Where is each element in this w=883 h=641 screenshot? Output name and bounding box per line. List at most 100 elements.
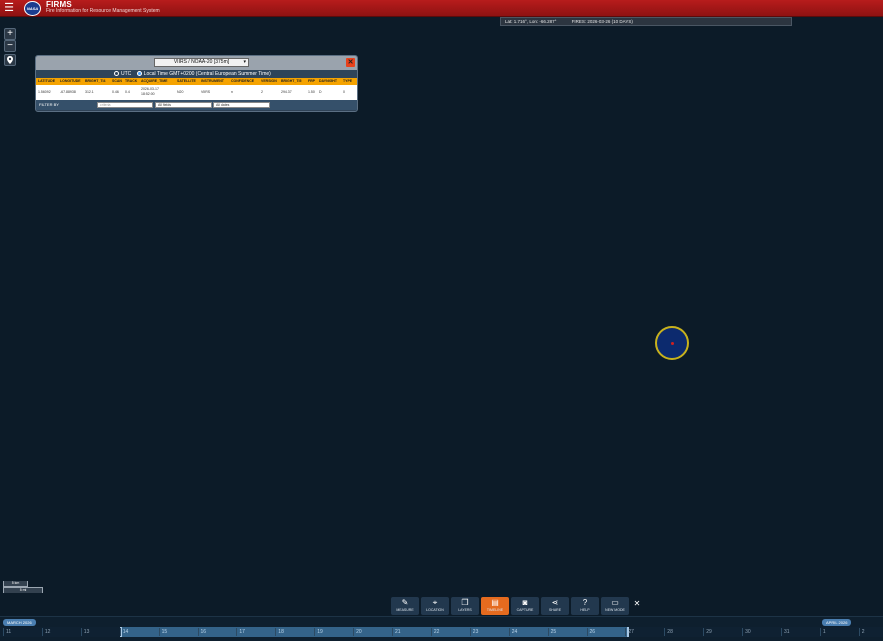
tool-label: LAYERS: [458, 608, 472, 612]
column-header[interactable]: DAYNIGHT: [319, 78, 343, 85]
timeline-tick: [547, 628, 549, 636]
column-header[interactable]: CONFIDENCE: [231, 78, 261, 85]
timeline-day[interactable]: 21: [395, 627, 401, 637]
cell-frp: 1.50: [308, 90, 315, 94]
timeline-tick: [236, 628, 238, 636]
column-header[interactable]: TYPE: [343, 78, 355, 85]
pin-icon: ⌖: [432, 598, 438, 607]
timeline-tick: [742, 628, 744, 636]
timeline-tick: [858, 628, 860, 636]
timeline-tick: [119, 628, 121, 636]
popup-header: VIIRS / NOAA-20 [375m] ▾ ✕: [36, 56, 357, 70]
close-popup-button[interactable]: ✕: [346, 58, 355, 67]
layer-select[interactable]: VIIRS / NOAA-20 [375m] ▾: [154, 58, 249, 67]
timeline-day[interactable]: 31: [784, 627, 790, 637]
bottom-toolbar: ✎ MEASURE ⌖ LOCATION ❐ LAYERS ▤ TIMELINE ◙ CAPTUR…: [391, 597, 629, 615]
filter-label: FILTER BY: [39, 102, 59, 107]
timeline-day[interactable]: 14: [123, 627, 129, 637]
column-header[interactable]: BRIGHT_TI4: [85, 78, 112, 85]
locate-button[interactable]: [4, 54, 16, 66]
tool-new-mode-button[interactable]: ▭ NEW MODE: [601, 597, 629, 615]
timeline-day[interactable]: 16: [201, 627, 207, 637]
timeline-icon: ▤: [491, 598, 499, 607]
timeline-day[interactable]: 17: [239, 627, 245, 637]
cell-instrument: VIIRS: [201, 90, 211, 94]
timeline-day[interactable]: 27: [628, 627, 634, 637]
timeline-day[interactable]: 30: [745, 627, 751, 637]
month-label-start[interactable]: MARCH 2026: [3, 619, 36, 626]
timeline-tick: [3, 628, 4, 636]
timeline-tick: [703, 628, 705, 636]
time-mode-row: UTC Local Time GMT+0200 (Central Europea…: [36, 70, 357, 78]
timeline-day[interactable]: 22: [434, 627, 440, 637]
cell-acquire-time: 2026-03-17 18:52:00: [141, 85, 177, 100]
app-header: ☰ NASA FIRMS Fire Information for Resour…: [0, 0, 883, 17]
zoom-in-button[interactable]: +: [4, 28, 16, 40]
timeline-day[interactable]: 28: [667, 627, 673, 637]
timeline-day[interactable]: 26: [590, 627, 596, 637]
tool-layers-button[interactable]: ❐ LAYERS: [451, 597, 479, 615]
tool-label: CAPTURE: [516, 608, 534, 612]
timeline-tick: [158, 628, 160, 636]
month-label-end[interactable]: APRIL 2026: [822, 619, 852, 626]
timeline-day[interactable]: 29: [706, 627, 712, 637]
column-header[interactable]: LATITUDE: [38, 78, 60, 85]
utc-radio[interactable]: [114, 71, 119, 77]
timeline-day[interactable]: 12: [45, 627, 51, 637]
tool-label: NEW MODE: [605, 608, 625, 612]
tool-measure-button[interactable]: ✎ MEASURE: [391, 597, 419, 615]
timeline-tick: [819, 628, 821, 636]
column-header[interactable]: FRP: [308, 78, 319, 85]
tool-capture-button[interactable]: ◙ CAPTURE: [511, 597, 539, 615]
filter-date-select[interactable]: All dates: [213, 102, 270, 108]
tool-label: LOCATION: [426, 608, 444, 612]
fires-readout: FIRES: 2026-03-26 (10 DAYS): [571, 19, 633, 24]
column-header[interactable]: SATELLITE: [177, 78, 201, 85]
close-toolbar-button[interactable]: ✕: [632, 598, 642, 610]
timeline-day[interactable]: 20: [356, 627, 362, 637]
column-header[interactable]: VERSION: [261, 78, 281, 85]
timeline-day[interactable]: 1: [823, 627, 826, 637]
column-header[interactable]: TRACK: [125, 78, 141, 85]
tool-location-button[interactable]: ⌖ LOCATION: [421, 597, 449, 615]
filter-input[interactable]: criteria: [97, 102, 153, 108]
tool-label: TIMELINE: [486, 608, 504, 612]
local-time-label: Local Time GMT+0200 (Central European Su…: [143, 71, 271, 77]
column-header[interactable]: BRIGHT_TI5: [281, 78, 308, 85]
tool-help-button[interactable]: ? HELP: [571, 597, 599, 615]
app-subtitle: Fire Information for Resource Management…: [46, 8, 160, 14]
timeline-tick: [197, 628, 199, 636]
tool-timeline-button[interactable]: ▤ TIMELINE: [481, 597, 509, 615]
tool-share-button[interactable]: ⋖ SHARE: [541, 597, 569, 615]
timeline-day[interactable]: 19: [317, 627, 323, 637]
fire-location-marker[interactable]: [655, 326, 689, 360]
filter-field-select[interactable]: All fields: [155, 102, 212, 108]
column-header[interactable]: INSTRUMENT: [201, 78, 231, 85]
menu-icon[interactable]: ☰: [3, 2, 15, 14]
timeline-day[interactable]: 18: [278, 627, 284, 637]
nasa-logo[interactable]: NASA: [24, 1, 41, 16]
timeline-day[interactable]: 11: [6, 627, 11, 637]
acquire-clock: 18:52:00: [141, 92, 155, 96]
column-header[interactable]: SCAN: [112, 78, 125, 85]
timeline-day[interactable]: 24: [512, 627, 518, 637]
filter-row: FILTER BY criteria All fields All dates: [36, 100, 357, 110]
table-header: LATITUDE LONGITUDE BRIGHT_TI4 SCAN TRACK ACQU…: [36, 78, 357, 85]
zoom-out-button[interactable]: −: [4, 40, 16, 52]
column-header[interactable]: LONGITUDE: [60, 78, 85, 85]
cell-bright-ti5: 294.37: [281, 90, 292, 94]
timeline-day[interactable]: 25: [551, 627, 557, 637]
timeline-day[interactable]: 2: [862, 627, 865, 637]
layers-icon: ❐: [461, 598, 469, 607]
column-header[interactable]: ACQUIRE_TIME: [141, 78, 177, 85]
nasa-logo-text: NASA: [26, 6, 39, 11]
timeline-tick: [392, 628, 393, 636]
timeline-day[interactable]: 15: [162, 627, 168, 637]
timeline-day[interactable]: 23: [473, 627, 479, 637]
cell-latitude: 1.56092: [38, 90, 51, 94]
timeline-day[interactable]: 13: [84, 627, 90, 637]
layer-select-value: VIIRS / NOAA-20 [375m]: [173, 59, 230, 65]
local-time-radio[interactable]: [136, 71, 142, 77]
timeline-tick: [80, 628, 82, 636]
chevron-down-icon: ▾: [243, 59, 246, 65]
